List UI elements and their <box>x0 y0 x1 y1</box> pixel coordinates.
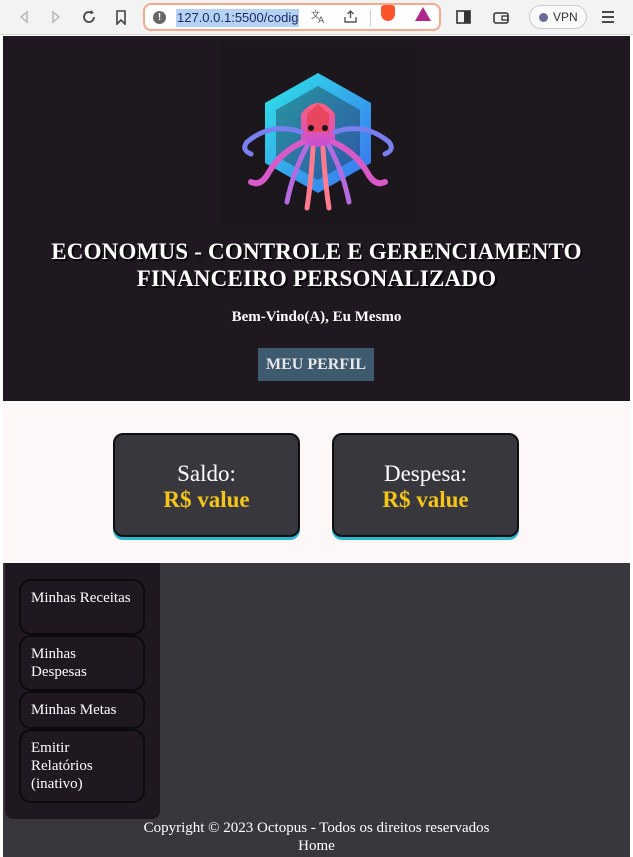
page-title: ECONOMUS - CONTROLE E GERENCIAMENTO FINA… <box>51 239 582 291</box>
brave-shield-icon[interactable] <box>381 5 395 21</box>
translate-icon[interactable]: 文A <box>311 9 326 27</box>
welcome-message: Bem-Vindo(A), Eu Mesmo <box>231 309 402 325</box>
sidebar-toggle-icon[interactable] <box>452 6 474 28</box>
vpn-label: VPN <box>553 10 578 24</box>
sidebar-item-despesas[interactable]: Minhas Despesas <box>19 635 145 691</box>
my-profile-button[interactable]: MEU PERFIL <box>258 348 374 381</box>
menu-icon[interactable] <box>597 6 619 28</box>
reload-icon[interactable] <box>78 6 100 28</box>
vpn-button[interactable]: VPN <box>529 5 587 29</box>
page-footer: Copyright © 2023 Octopus - Todos os dire… <box>3 819 630 855</box>
balance-card: Saldo: R$ value <box>113 433 300 537</box>
site-info-icon[interactable]: ! <box>153 11 166 24</box>
home-link[interactable]: Home <box>3 837 630 855</box>
url-text[interactable]: 127.0.0.1:5500/codig <box>176 9 300 27</box>
balance-label: Saldo: <box>177 461 236 486</box>
back-icon[interactable] <box>13 6 35 28</box>
sidebar-item-receitas[interactable]: Minhas Receitas <box>19 579 145 635</box>
address-divider <box>370 10 371 26</box>
balance-value: R$ value <box>163 487 250 512</box>
expense-label: Despesa: <box>383 461 468 486</box>
sidebar-item-metas[interactable]: Minhas Metas <box>19 691 145 729</box>
browser-toolbar: ! 127.0.0.1:5500/codig 文A VPN <box>0 0 633 35</box>
octopus-logo <box>221 42 415 225</box>
forward-icon[interactable] <box>45 6 67 28</box>
svg-text:A: A <box>318 16 325 24</box>
bookmark-icon[interactable] <box>110 6 132 28</box>
site-header: ECONOMUS - CONTROLE E GERENCIAMENTO FINA… <box>3 36 630 401</box>
share-icon[interactable] <box>343 9 358 27</box>
content-area: Minhas Receitas Minhas Despesas Minhas M… <box>3 563 630 857</box>
sidebar-menu: Minhas Receitas Minhas Despesas Minhas M… <box>5 563 160 819</box>
wallet-icon[interactable] <box>490 6 512 28</box>
brave-rewards-icon[interactable] <box>415 7 431 21</box>
expense-value: R$ value <box>382 487 469 512</box>
expense-card: Despesa: R$ value <box>332 433 519 537</box>
vpn-status-icon <box>539 13 548 22</box>
summary-section: Saldo: R$ value Despesa: R$ value <box>3 401 630 563</box>
sidebar-item-relatorios[interactable]: Emitir Relatórios (inativo) <box>19 729 145 803</box>
copyright-text: Copyright © 2023 Octopus - Todos os dire… <box>143 820 490 836</box>
address-bar[interactable]: ! 127.0.0.1:5500/codig 文A <box>143 3 441 31</box>
